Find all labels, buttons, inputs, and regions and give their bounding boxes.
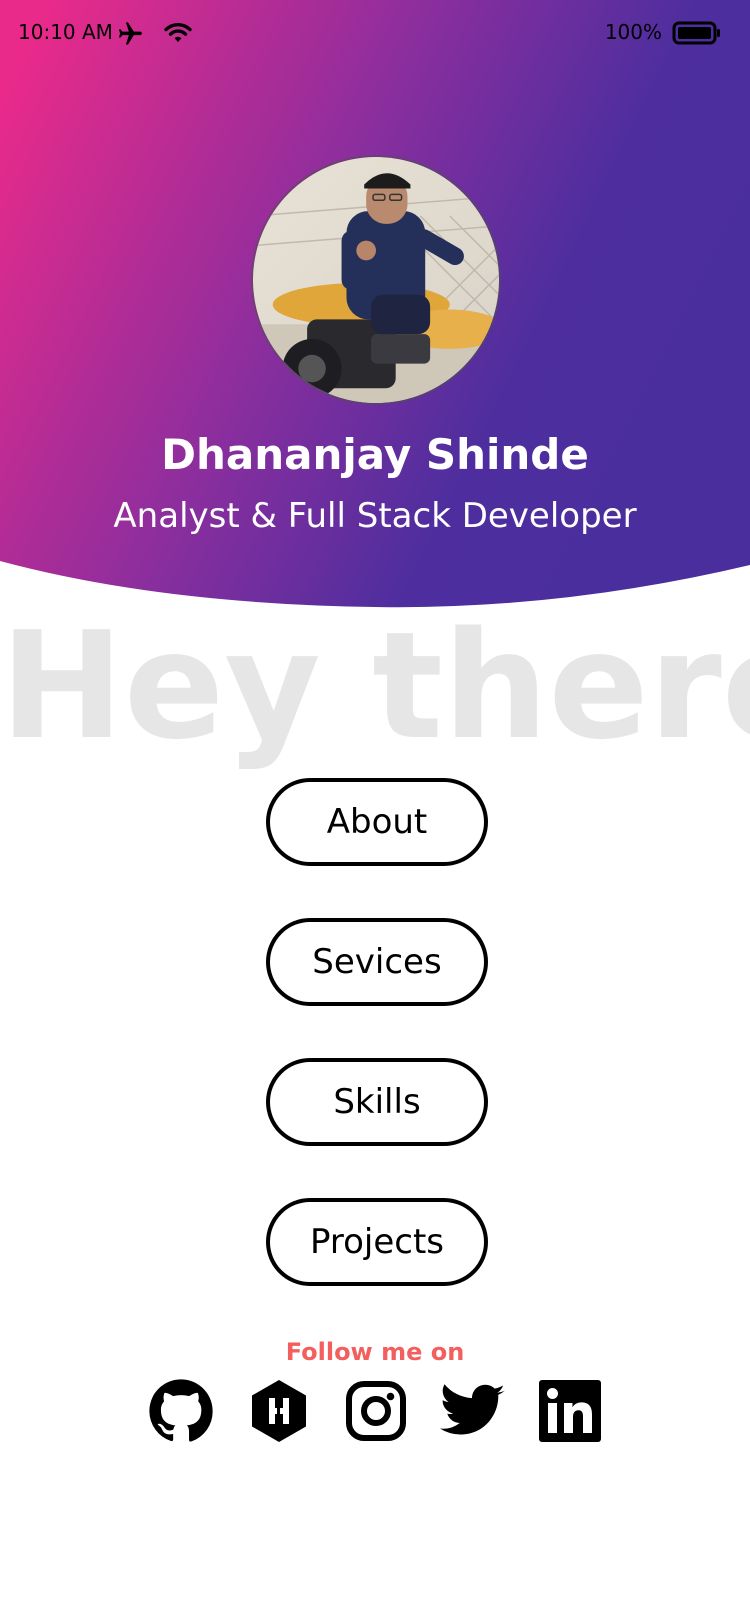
follow-label: Follow me on	[285, 1338, 465, 1366]
status-bar: 10:10 AM 100%	[0, 0, 750, 66]
portfolio-screen: 10:10 AM 100% Dhananjay Shinde Analyst &…	[0, 0, 750, 1624]
services-button[interactable]: Sevices	[266, 918, 488, 1006]
battery-percent: 100%	[604, 20, 662, 44]
linkedin-icon[interactable]	[537, 1378, 603, 1444]
skills-button[interactable]: Skills	[266, 1058, 488, 1146]
avatar	[251, 155, 501, 405]
battery-icon	[672, 20, 722, 46]
profile-role: Analyst & Full Stack Developer	[113, 496, 637, 536]
status-time: 10:10 AM	[18, 20, 113, 44]
instagram-icon[interactable]	[343, 1378, 409, 1444]
hashnode-icon[interactable]	[246, 1378, 312, 1444]
profile-name: Dhananjay Shinde	[161, 430, 589, 479]
projects-button[interactable]: Projects	[266, 1198, 488, 1286]
twitter-icon[interactable]	[440, 1378, 506, 1444]
about-button[interactable]: About	[266, 778, 488, 866]
wifi-icon	[163, 20, 193, 46]
github-icon[interactable]	[148, 1378, 214, 1444]
hey-there-watermark: Hey there	[0, 600, 750, 772]
airplane-icon	[116, 20, 144, 48]
